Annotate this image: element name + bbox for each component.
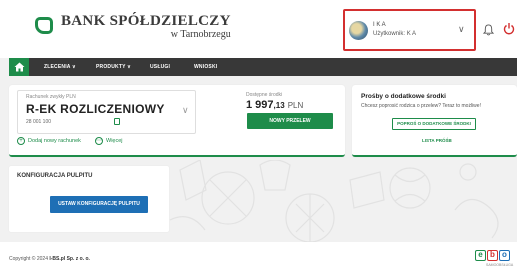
account-selector[interactable]: Rachunek zwykły PLN R-EK ROZLICZENIOWY 2… [17, 90, 196, 134]
more-label: Więcej [106, 138, 123, 144]
user-login: Użytkownik: K A [373, 31, 416, 37]
requests-title: Prośby o dodatkowe środki [361, 93, 446, 100]
chevron-down-icon: ∨ [182, 105, 189, 115]
footer: Copyright © 2024 I-BS.pl Sp. z o. o. e b… [0, 242, 517, 275]
avatar [349, 21, 368, 40]
power-icon[interactable] [503, 22, 515, 36]
requests-list-link[interactable]: LISTA PRÓŚB [422, 138, 452, 143]
user-login-label: Użytkownik: [373, 31, 406, 37]
main-nav: ZLECENIA ∨ PRODUKTY ∨ USŁUGI WNIOSKI [9, 58, 517, 76]
account-number: 28 001 100 [26, 119, 52, 125]
config-card: KONFIGURACJA PULPITU USTAW KONFIGURACJĘ … [9, 166, 169, 232]
funds-label: Dostępne środki [246, 92, 283, 98]
user-login-value: K A [406, 31, 417, 37]
new-transfer-button[interactable]: NOWY PRZELEW [247, 113, 333, 129]
nav-item-uslugi[interactable]: USŁUGI [150, 58, 170, 76]
ebo-logo-o: o [499, 250, 510, 261]
bank-logo-icon [35, 17, 53, 34]
bank-logo[interactable]: BANK SPÓŁDZIELCZY w Tarnobrzegu [35, 14, 231, 40]
account-card: Rachunek zwykły PLN R-EK ROZLICZENIOWY 2… [9, 85, 345, 157]
add-account-label: Dodaj nowy rachunek [28, 138, 81, 144]
chevron-down-icon: ∨ [458, 24, 465, 34]
account-name: R-EK ROZLICZENIOWY [26, 102, 165, 116]
ebo-logo-b: b [487, 250, 498, 261]
header: BANK SPÓŁDZIELCZY w Tarnobrzegu I K A Uż… [0, 0, 517, 58]
set-config-button[interactable]: USTAW KONFIGURACJĘ PULPITU [50, 196, 148, 213]
funds-main: 1 997 [246, 99, 274, 111]
bank-name: BANK SPÓŁDZIELCZY [61, 13, 231, 29]
nav-item-wnioski[interactable]: WNIOSKI [194, 58, 217, 76]
ebo-logo: e b o [475, 250, 510, 261]
funds-currency: PLN [287, 101, 304, 110]
ask-funds-button[interactable]: POPROŚ O DODATKOWE ŚRODKI [392, 118, 476, 130]
home-icon [14, 62, 24, 72]
funds-amount: 1 997,13 PLN [246, 99, 303, 111]
nav-item-produkty[interactable]: PRODUKTY ∨ [96, 58, 131, 76]
ebo-logo-sub: SAMOOBSŁUGA [486, 263, 514, 267]
user-menu[interactable]: I K A Użytkownik: K A ∨ [343, 9, 476, 51]
bell-icon[interactable] [483, 24, 494, 36]
config-title: KONFIGURACJA PULPITU [17, 173, 93, 179]
more-link[interactable]: ⋯ Więcej [95, 137, 123, 145]
funds-decimal: ,13 [273, 101, 285, 110]
add-account-link[interactable]: + Dodaj nowy rachunek [17, 137, 81, 145]
nav-item-zlecenia[interactable]: ZLECENIA ∨ [44, 58, 76, 76]
home-button[interactable] [9, 58, 29, 76]
requests-text: Chcesz poprosić rodzica o przelew? Teraz… [361, 103, 481, 109]
company-name[interactable]: I-BS.pl Sp. z o. o. [49, 256, 90, 262]
copyright-prefix: Copyright © 2024 [9, 256, 48, 262]
requests-card: Prośby o dodatkowe środki Chcesz poprosi… [352, 85, 517, 157]
bank-location: w Tarnobrzegu [170, 29, 231, 40]
account-type: Rachunek zwykły PLN [26, 94, 76, 100]
ebo-logo-e: e [475, 250, 486, 261]
copyright: Copyright © 2024 I-BS.pl Sp. z o. o. [9, 256, 90, 262]
copy-icon[interactable] [114, 118, 120, 125]
more-circle-icon: ⋯ [95, 137, 103, 145]
plus-circle-icon: + [17, 137, 25, 145]
user-name: I K A [373, 22, 386, 28]
